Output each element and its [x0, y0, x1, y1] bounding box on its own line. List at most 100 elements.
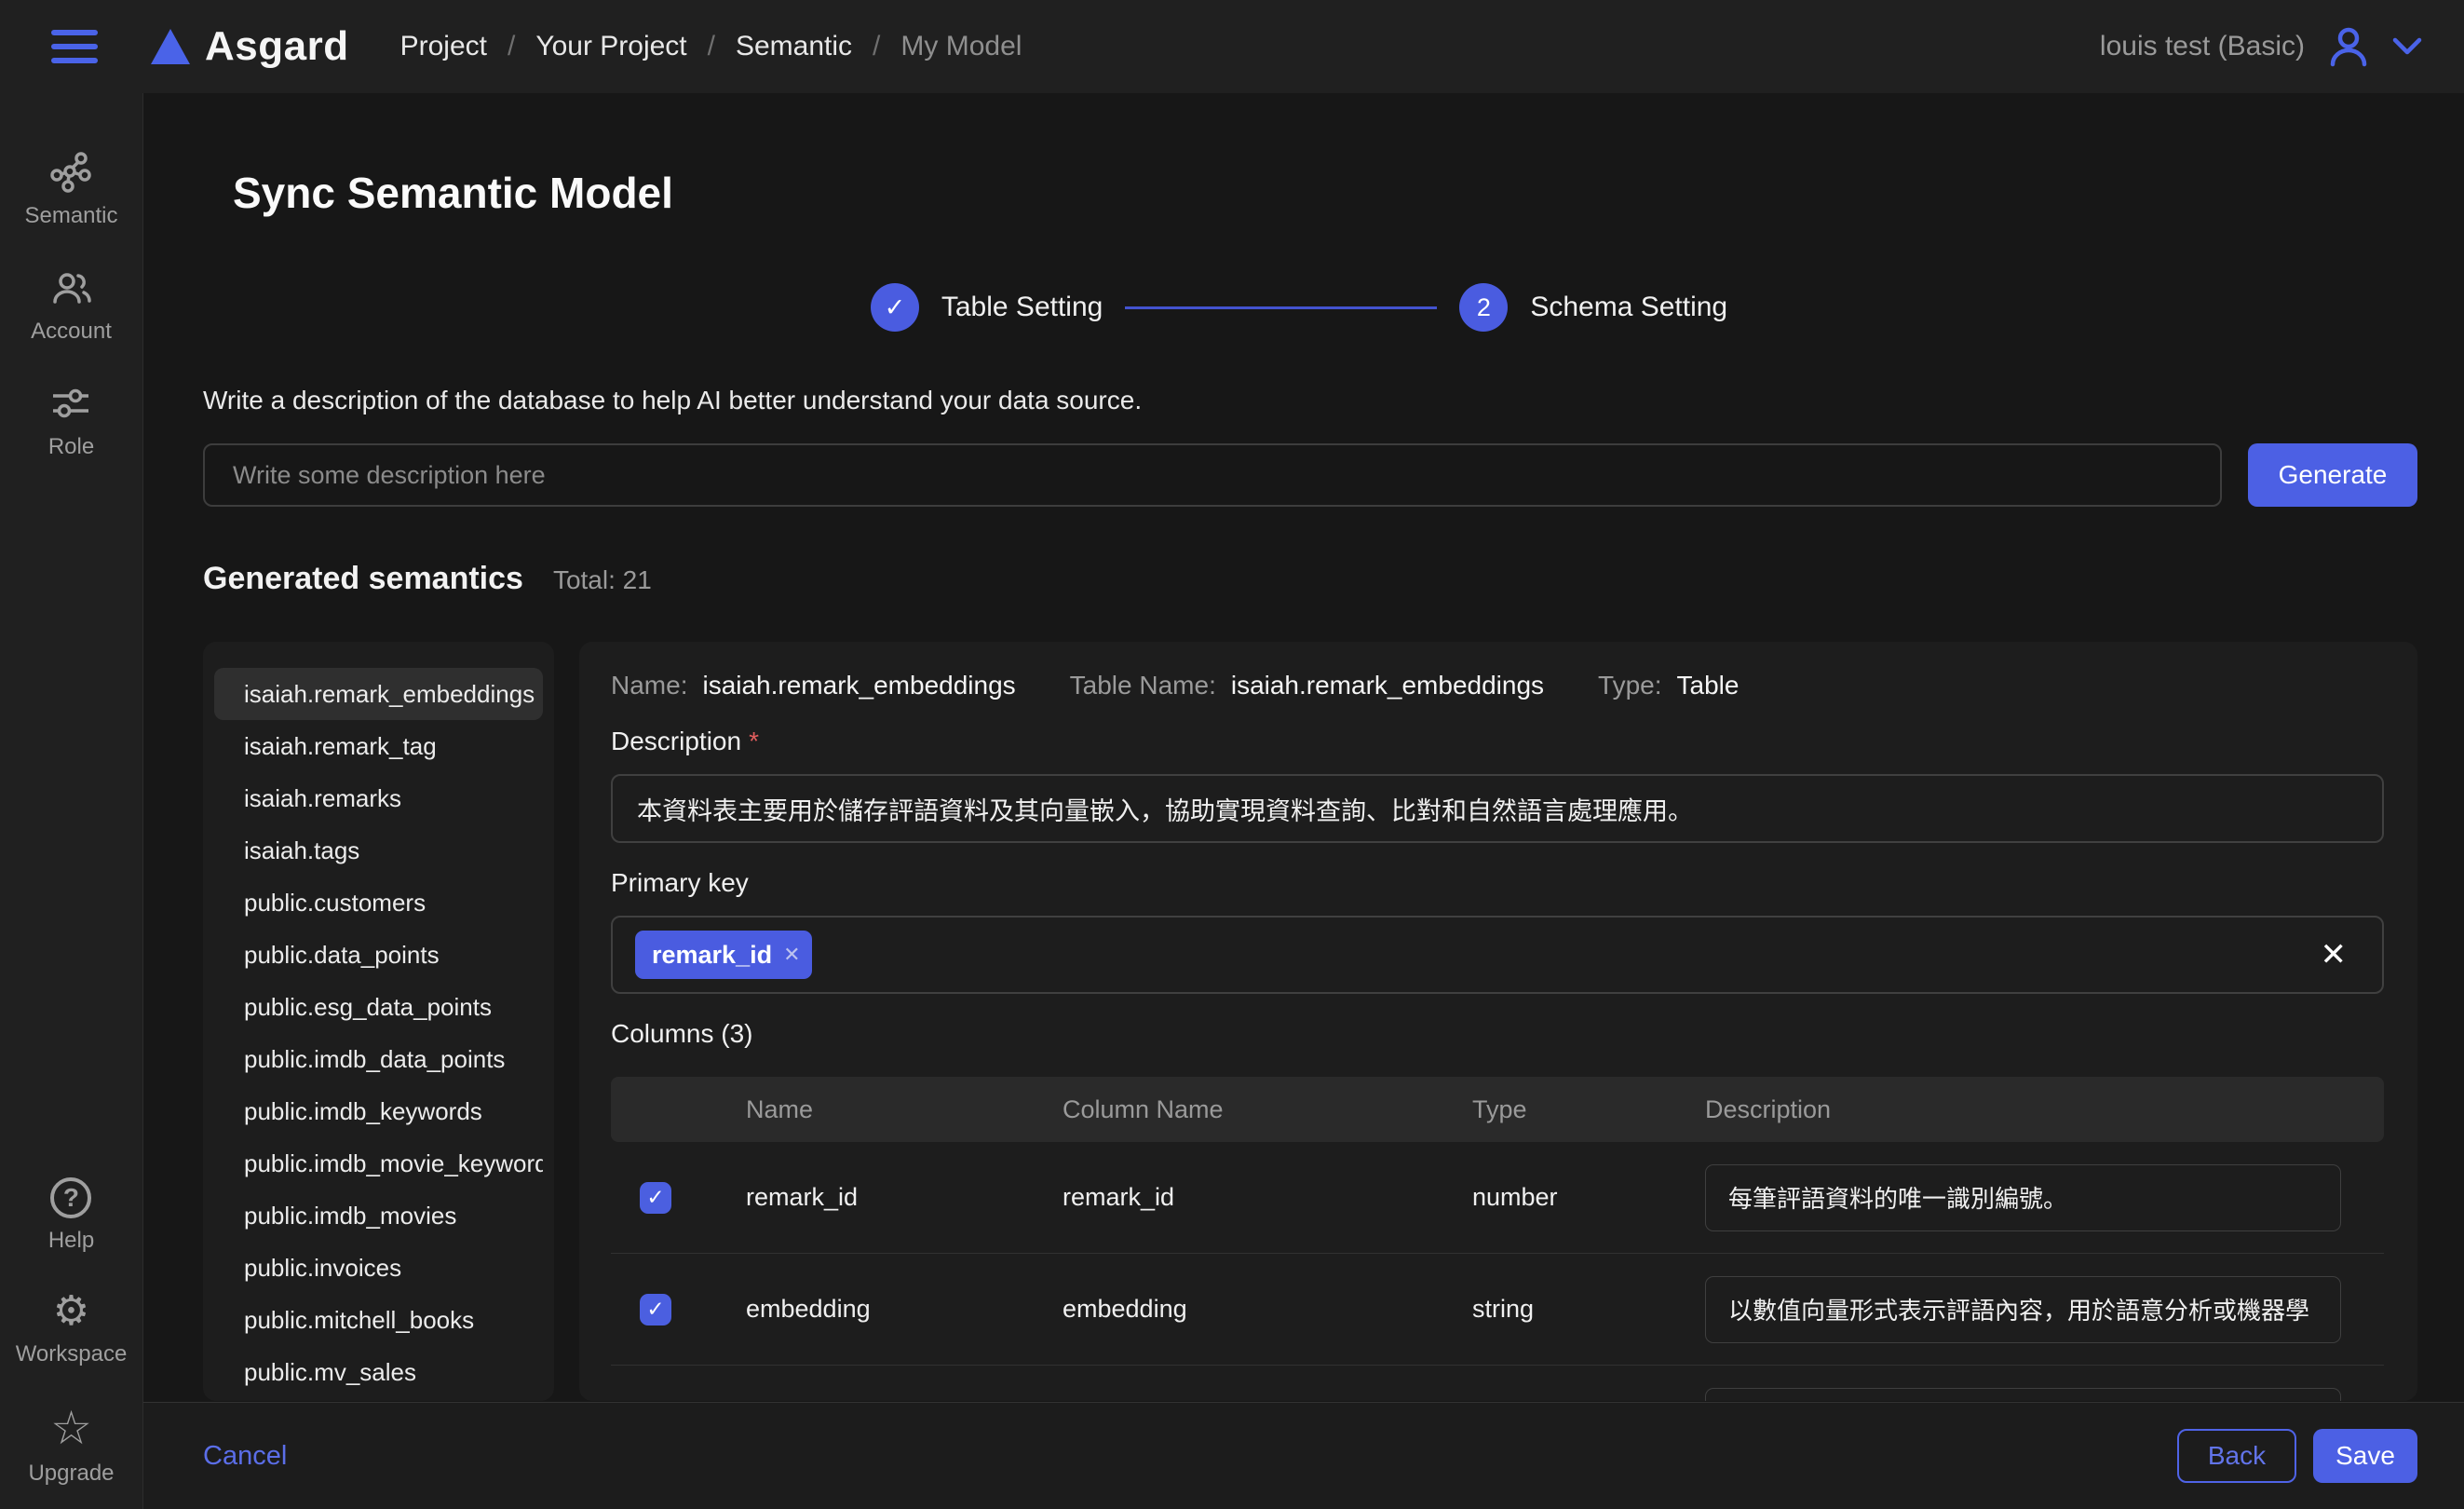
- hamburger-icon[interactable]: [51, 30, 98, 63]
- table-item-label: public.invoices: [244, 1254, 401, 1282]
- name-value: isaiah.remark_embeddings: [702, 671, 1015, 700]
- user-icon[interactable]: [2327, 25, 2370, 68]
- step2-circle: 2: [1459, 283, 1508, 332]
- table-list-item[interactable]: public.imdb_movies: [214, 1190, 543, 1242]
- stepper: ✓ Table Setting 2 Schema Setting: [203, 283, 2417, 332]
- column-desc-input[interactable]: 每筆評語資料的唯一識別編號。: [1705, 1164, 2341, 1231]
- sidebar-label-semantic: Semantic: [24, 203, 117, 229]
- columns-rows: ✓ remark_id remark_id number 每筆評語資料的唯一識別…: [611, 1142, 2384, 1401]
- logo-text: Asgard: [205, 23, 349, 70]
- generate-button[interactable]: Generate: [2248, 443, 2417, 507]
- columns-label: Columns (3): [611, 1019, 2384, 1049]
- chevron-down-icon[interactable]: [2392, 37, 2422, 56]
- column-checkbox[interactable]: ✓: [640, 1182, 671, 1214]
- table-list-item[interactable]: public.imdb_movie_keywords: [214, 1137, 543, 1190]
- triangle-logo-icon: [149, 27, 192, 66]
- step1-check-icon: ✓: [871, 283, 919, 332]
- table-name-value: isaiah.remark_embeddings: [1231, 671, 1544, 700]
- table-item-label: public.imdb_data_points: [244, 1045, 505, 1073]
- total-count: Total: 21: [553, 565, 652, 595]
- people-icon: [50, 266, 93, 309]
- table-list-item[interactable]: public.customers: [214, 877, 543, 929]
- breadcrumb-my-model: My Model: [900, 31, 1022, 62]
- page-title: Sync Semantic Model: [233, 168, 2417, 218]
- column-name-cell: remark_id: [732, 1183, 1049, 1212]
- table-item-label: public.esg_data_points: [244, 993, 492, 1021]
- sidebar-item-role[interactable]: Role: [48, 382, 94, 460]
- clear-primary-key-icon[interactable]: ✕: [2321, 936, 2348, 973]
- stepper-connector: [1125, 306, 1437, 309]
- table-item-label: public.imdb_movies: [244, 1202, 456, 1230]
- table-list-item[interactable]: public.imdb_data_points: [214, 1033, 543, 1085]
- table-item-label: isaiah.tags: [244, 836, 359, 864]
- type-label: Type:: [1598, 671, 1661, 700]
- table-item-label: public.data_points: [244, 941, 440, 969]
- table-detail-panel: Name: isaiah.remark_embeddings Table Nam…: [579, 642, 2417, 1401]
- column-colname-cell: embedding: [1049, 1295, 1458, 1324]
- help-icon: ?: [50, 1177, 91, 1218]
- sidebar-item-workspace[interactable]: ⚙ Workspace: [16, 1291, 128, 1367]
- breadcrumb-project[interactable]: Project: [400, 31, 487, 62]
- table-item-label: public.mv_sales: [244, 1358, 416, 1386]
- columns-table-header: Name Column Name Type Description: [611, 1077, 2384, 1142]
- back-button[interactable]: Back: [2177, 1429, 2296, 1483]
- step2-label: Schema Setting: [1530, 292, 1727, 323]
- table-list-item[interactable]: public.mv_sales: [214, 1346, 543, 1398]
- table-list-item[interactable]: public.esg_data_points: [214, 981, 543, 1033]
- table-list-item[interactable]: isaiah.remarks: [214, 772, 543, 824]
- column-desc-input[interactable]: 評語資料建立或儲存於資料庫的時間。: [1705, 1388, 2341, 1402]
- required-asterisk: *: [749, 727, 759, 755]
- cancel-button[interactable]: Cancel: [203, 1441, 287, 1472]
- sidebar-label-role: Role: [48, 434, 94, 460]
- column-row: ✓ created_at created_at time 評語資料建立或儲存於資…: [611, 1366, 2384, 1401]
- tables-list: isaiah.remark_embeddings isaiah.remark_ta…: [203, 642, 554, 1401]
- table-item-label: public.mitchell_books: [244, 1306, 474, 1334]
- table-list-item[interactable]: public.mitchell_books: [214, 1294, 543, 1346]
- column-row: ✓ embedding embedding string 以數值向量形式表示評語…: [611, 1254, 2384, 1366]
- sidebar-item-upgrade[interactable]: ☆ Upgrade: [28, 1405, 114, 1487]
- sliders-icon: [49, 382, 92, 425]
- sidebar-item-semantic[interactable]: Semantic: [24, 151, 117, 229]
- header-type: Type: [1458, 1095, 1691, 1124]
- main-content: Sync Semantic Model ✓ Table Setting 2 Sc…: [143, 93, 2464, 1509]
- table-list-item[interactable]: isaiah.remark_embeddings: [214, 668, 543, 720]
- database-description-prompt: Write a description of the database to h…: [203, 386, 2417, 415]
- sidebar-label-help: Help: [48, 1228, 94, 1254]
- table-item-label: isaiah.remarks: [244, 784, 401, 812]
- primary-key-select[interactable]: remark_id ✕ ✕: [611, 916, 2384, 994]
- sidebar: Semantic Account Role ? Help ⚙ W: [0, 93, 143, 1509]
- sidebar-label-upgrade: Upgrade: [28, 1461, 114, 1487]
- column-type-cell: number: [1458, 1183, 1691, 1212]
- primary-key-chip: remark_id ✕: [635, 931, 812, 979]
- sidebar-item-help[interactable]: ? Help: [48, 1177, 94, 1254]
- breadcrumb-semantic[interactable]: Semantic: [736, 31, 852, 62]
- table-list-item[interactable]: public.imdb_keywords: [214, 1085, 543, 1137]
- table-list-item[interactable]: public.invoices: [214, 1242, 543, 1294]
- header-column-name: Column Name: [1049, 1095, 1458, 1124]
- table-item-label: public.imdb_movie_keywords: [244, 1149, 543, 1177]
- star-icon: ☆: [50, 1405, 92, 1451]
- generated-semantics-heading: Generated semantics: [203, 561, 523, 597]
- description-field-label: Description*: [611, 727, 2384, 756]
- column-row: ✓ remark_id remark_id number 每筆評語資料的唯一識別…: [611, 1142, 2384, 1254]
- save-button[interactable]: Save: [2313, 1429, 2417, 1483]
- sidebar-label-account: Account: [31, 319, 112, 345]
- column-checkbox[interactable]: ✓: [640, 1294, 671, 1325]
- header-description: Description: [1691, 1095, 2384, 1124]
- column-desc-input[interactable]: 以數值向量形式表示評語內容，用於語意分析或機器學: [1705, 1276, 2341, 1343]
- table-list-item[interactable]: public.data_points: [214, 929, 543, 981]
- table-item-label: public.customers: [244, 889, 426, 917]
- table-description-input[interactable]: 本資料表主要用於儲存評語資料及其向量嵌入，協助實現資料查詢、比對和自然語言處理應…: [611, 774, 2384, 843]
- table-list-item[interactable]: isaiah.tags: [214, 824, 543, 877]
- sidebar-item-account[interactable]: Account: [31, 266, 112, 345]
- app-logo[interactable]: Asgard: [149, 23, 349, 70]
- table-list-item[interactable]: isaiah.remark_tag: [214, 720, 543, 772]
- breadcrumb: Project / Your Project / Semantic / My M…: [400, 31, 1022, 62]
- step1-label: Table Setting: [941, 292, 1103, 323]
- chip-remove-icon[interactable]: ✕: [783, 943, 800, 967]
- breadcrumb-your-project[interactable]: Your Project: [535, 31, 686, 62]
- graph-icon: [49, 151, 92, 194]
- database-description-input[interactable]: [203, 443, 2222, 507]
- footer-bar: Cancel Back Save: [143, 1402, 2464, 1509]
- table-item-label: isaiah.remark_tag: [244, 732, 437, 760]
